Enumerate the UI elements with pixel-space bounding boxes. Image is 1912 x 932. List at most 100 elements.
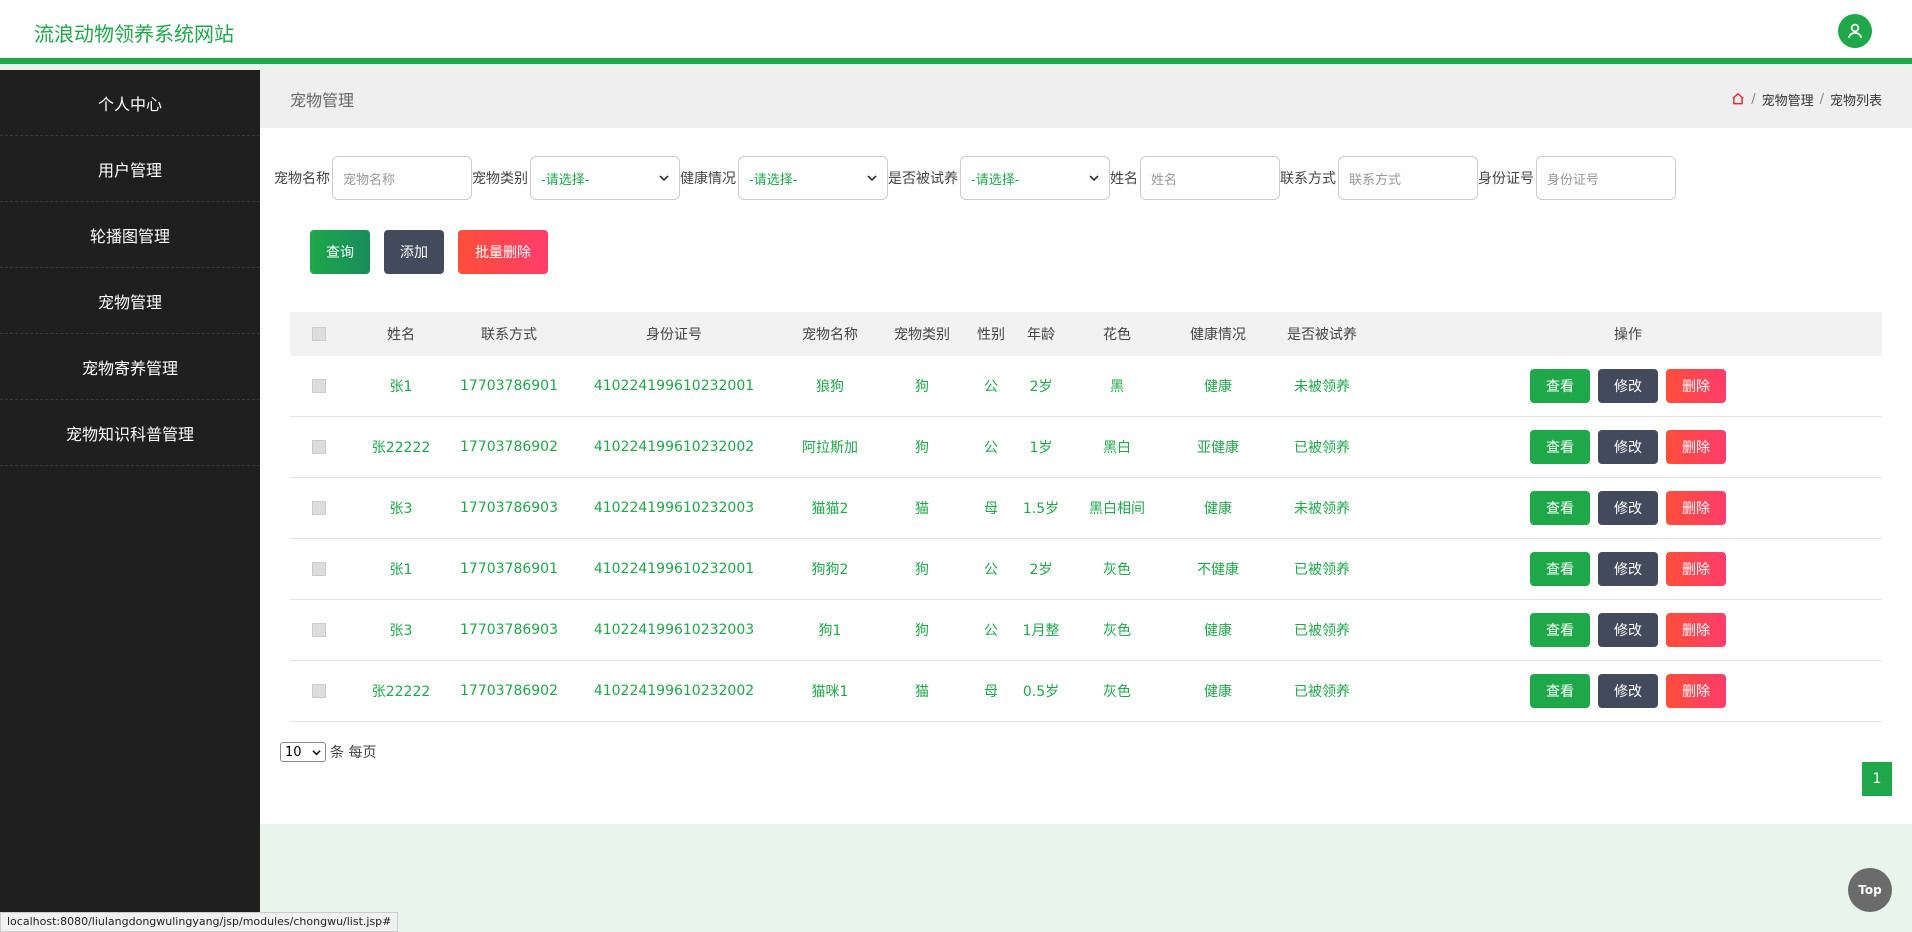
view-button[interactable]: 查看	[1530, 613, 1590, 647]
batch-delete-button[interactable]: 批量删除	[458, 230, 548, 274]
id-number-input[interactable]: 身份证号	[1536, 156, 1676, 200]
back-to-top-button[interactable]: Top	[1848, 868, 1892, 912]
sidebar-item-carousel-management[interactable]: 轮播图管理	[0, 202, 260, 268]
delete-button[interactable]: 删除	[1666, 552, 1726, 586]
pet-type-select[interactable]: -请选择-	[530, 156, 680, 200]
id-number-cell: 410224199610232001	[593, 561, 755, 577]
adopted-value: -请选择-	[971, 172, 1020, 188]
contact-input[interactable]: 联系方式	[1338, 156, 1478, 200]
edit-button[interactable]: 修改	[1598, 674, 1658, 708]
delete-button[interactable]: 删除	[1666, 613, 1726, 647]
row-checkbox[interactable]	[312, 501, 326, 515]
delete-button[interactable]: 删除	[1666, 430, 1726, 464]
name-cell: 张1	[389, 379, 413, 395]
breadcrumb: / 宠物管理 / 宠物列表	[1731, 90, 1882, 109]
row-checkbox[interactable]	[312, 379, 326, 393]
site-brand[interactable]: 流浪动物领养系统网站	[34, 18, 234, 47]
view-button[interactable]: 查看	[1530, 552, 1590, 586]
main-panel: 宠物管理 / 宠物管理 / 宠物列表 宠物名称 宠物名称 宠物类别 -请选择- …	[260, 70, 1912, 824]
color-cell: 黑白	[1103, 440, 1131, 456]
edit-button[interactable]: 修改	[1598, 430, 1658, 464]
health-cell: 健康	[1204, 623, 1232, 639]
health-cell: 健康	[1204, 684, 1232, 700]
pet-type-cell: 狗	[915, 562, 929, 578]
adopted-cell: 未被领养	[1294, 501, 1350, 517]
breadcrumb-separator: /	[1819, 91, 1824, 107]
row-checkbox[interactable]	[312, 684, 326, 698]
view-button[interactable]: 查看	[1530, 491, 1590, 525]
name-cell: 张22222	[371, 440, 431, 456]
edit-button[interactable]: 修改	[1598, 491, 1658, 525]
sidebar-item-user-management[interactable]: 用户管理	[0, 136, 260, 202]
id-number-label: 身份证号	[1478, 171, 1534, 187]
health-select[interactable]: -请选择-	[738, 156, 888, 200]
view-button[interactable]: 查看	[1530, 369, 1590, 403]
contact-cell: 17703786902	[460, 683, 558, 699]
column-header: 联系方式	[481, 327, 537, 343]
name-cell: 张22222	[371, 684, 431, 700]
pet-type-cell: 狗	[915, 379, 929, 395]
name-label: 姓名	[1110, 171, 1138, 187]
chevron-down-icon	[659, 175, 669, 182]
sidebar: 个人中心 用户管理 轮播图管理 宠物管理 宠物寄养管理 宠物知识科普管理	[0, 70, 260, 932]
adopted-label: 是否被试养	[888, 171, 958, 187]
contact-label: 联系方式	[1280, 171, 1336, 187]
row-checkbox[interactable]	[312, 623, 326, 637]
row-checkbox[interactable]	[312, 562, 326, 576]
breadcrumb-separator: /	[1751, 91, 1756, 107]
contact-cell: 17703786901	[460, 561, 558, 577]
gender-cell: 公	[984, 379, 998, 395]
add-button[interactable]: 添加	[384, 230, 444, 274]
page-size-select[interactable]: 10	[280, 742, 326, 762]
breadcrumb-pet-management[interactable]: 宠物管理	[1762, 90, 1814, 109]
delete-button[interactable]: 删除	[1666, 491, 1726, 525]
column-header: 健康情况	[1190, 327, 1246, 343]
age-cell: 2岁	[1029, 379, 1053, 395]
sidebar-item-pet-knowledge-management[interactable]: 宠物知识科普管理	[0, 400, 260, 466]
pet-name-cell: 狗狗2	[811, 562, 849, 578]
home-icon[interactable]	[1731, 92, 1745, 106]
row-checkbox[interactable]	[312, 440, 326, 454]
contact-cell: 17703786903	[460, 622, 558, 638]
select-all-checkbox[interactable]	[312, 327, 326, 341]
view-button[interactable]: 查看	[1530, 674, 1590, 708]
page-number-button[interactable]: 1	[1862, 762, 1892, 796]
sidebar-item-pet-management[interactable]: 宠物管理	[0, 268, 260, 334]
column-header: 宠物名称	[802, 327, 858, 343]
edit-button[interactable]: 修改	[1598, 369, 1658, 403]
column-header: 操作	[1614, 327, 1642, 343]
id-number-cell: 410224199610232002	[593, 683, 755, 699]
health-cell: 不健康	[1197, 562, 1239, 578]
id-number-cell: 410224199610232002	[593, 439, 755, 455]
adopted-cell: 已被领养	[1294, 440, 1350, 456]
contact-cell: 17703786903	[460, 500, 558, 516]
adopted-cell: 已被领养	[1294, 623, 1350, 639]
name-cell: 张3	[389, 501, 413, 517]
table-row: 张3 17703786903 410224199610232003 狗1 狗 公 1月整 灰色…	[290, 600, 1882, 661]
sidebar-item-personal-center[interactable]: 个人中心	[0, 70, 260, 136]
query-button[interactable]: 查询	[310, 230, 370, 274]
edit-button[interactable]: 修改	[1598, 613, 1658, 647]
sidebar-item-pet-boarding-management[interactable]: 宠物寄养管理	[0, 334, 260, 400]
pet-name-input[interactable]: 宠物名称	[332, 156, 472, 200]
column-header: 姓名	[387, 327, 415, 343]
pet-name-cell: 猫咪1	[811, 684, 849, 700]
pet-table: 姓名 联系方式 身份证号 宠物名称 宠物类别 性别 年龄 花色 健康情况 是否被…	[290, 312, 1882, 722]
adopted-select[interactable]: -请选择-	[960, 156, 1110, 200]
delete-button[interactable]: 删除	[1666, 369, 1726, 403]
age-cell: 0.5岁	[1022, 684, 1060, 700]
view-button[interactable]: 查看	[1530, 430, 1590, 464]
name-cell: 张3	[389, 623, 413, 639]
breadcrumb-pet-list: 宠物列表	[1829, 93, 1882, 109]
column-header: 花色	[1103, 327, 1131, 343]
delete-button[interactable]: 删除	[1666, 674, 1726, 708]
status-bar-url: localhost:8080/liulangdongwulingyang/jsp…	[0, 912, 399, 932]
adopted-cell: 已被领养	[1294, 684, 1350, 700]
table-header: 姓名 联系方式 身份证号 宠物名称 宠物类别 性别 年龄 花色 健康情况 是否被…	[290, 312, 1882, 356]
edit-button[interactable]: 修改	[1598, 552, 1658, 586]
column-header: 身份证号	[646, 327, 702, 343]
user-avatar-button[interactable]	[1838, 14, 1872, 48]
table-row: 张22222 17703786902 410224199610232002 阿拉斯加 狗…	[290, 417, 1882, 478]
page-size-suffix: 条 每页	[330, 745, 377, 761]
name-input[interactable]: 姓名	[1140, 156, 1280, 200]
